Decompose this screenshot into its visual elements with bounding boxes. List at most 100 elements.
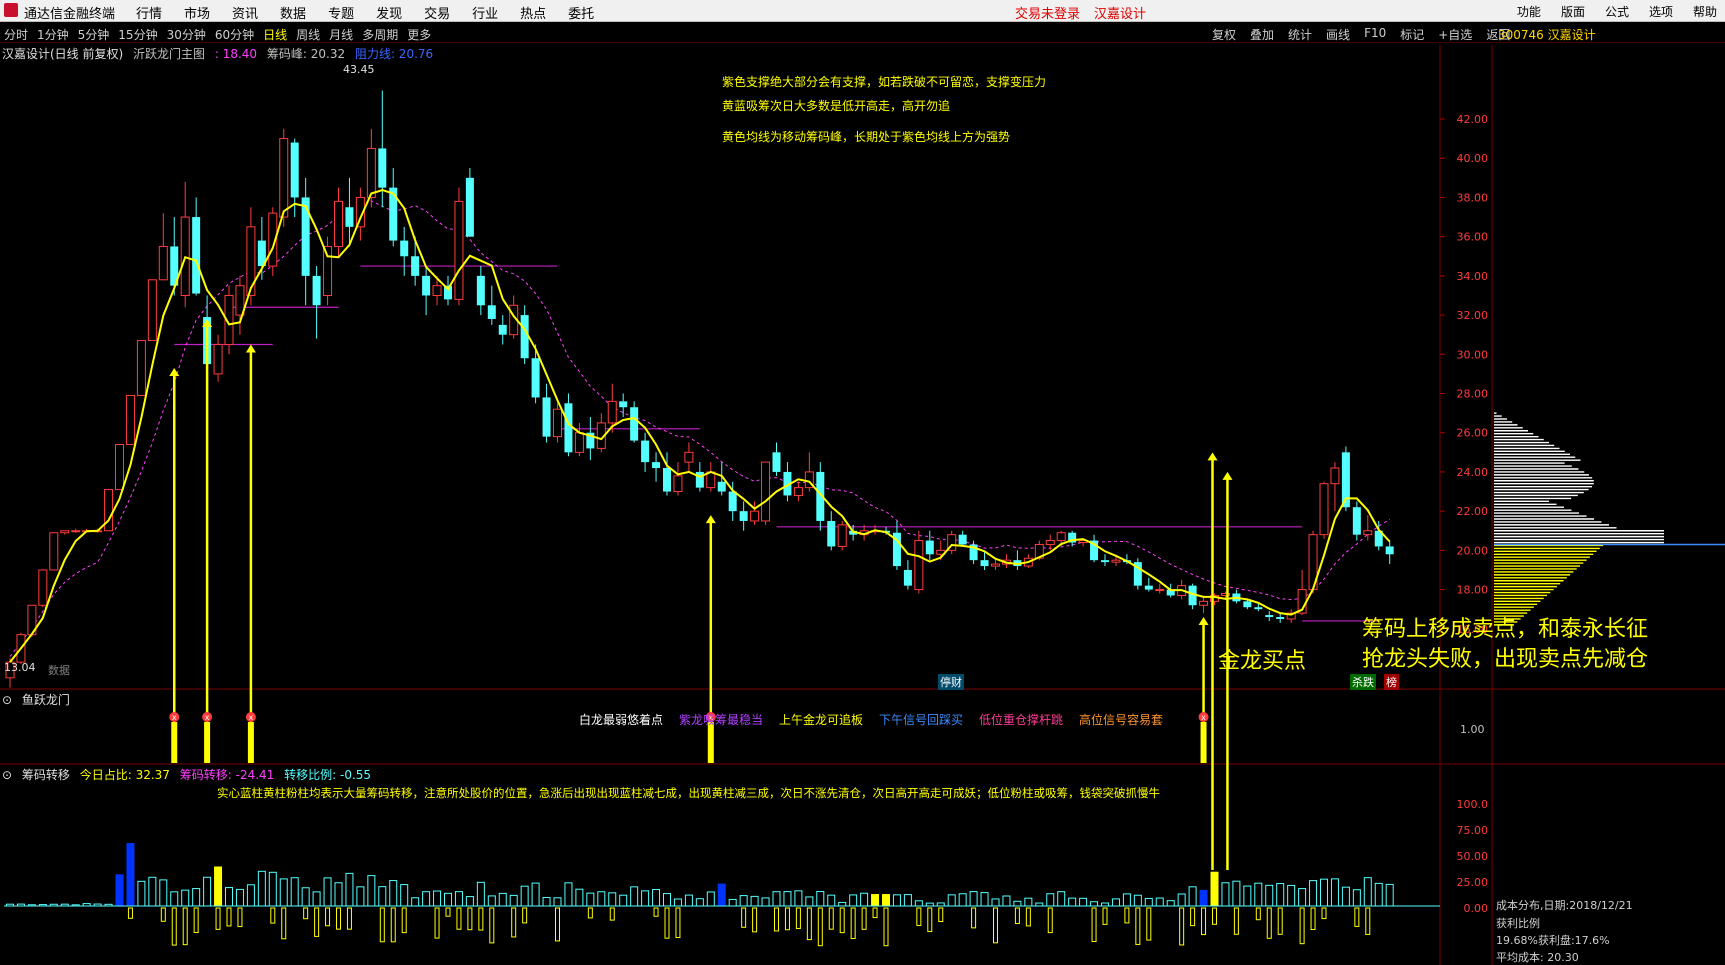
candle-body (630, 407, 639, 441)
candle-body (564, 403, 573, 453)
chip-bar (345, 872, 354, 907)
candle-body (827, 520, 836, 547)
candle-body (158, 245, 168, 281)
chip-bar (1210, 871, 1219, 907)
chip-bar (422, 891, 431, 907)
candle-body (673, 475, 683, 493)
price-tick-label: 22.00 (1457, 505, 1489, 518)
candle-body (793, 487, 803, 496)
candle-body (125, 394, 135, 445)
chip-note: 实心蓝柱黄柱粉柱均表示大量筹码转移，注意所处股价的位置，急涨后出现出现蓝柱减七成… (217, 786, 1160, 800)
chip-bar (783, 891, 792, 907)
candle-body (49, 532, 59, 571)
chip-bar (1199, 889, 1208, 907)
chip-pane-title[interactable]: 筹码转移 (22, 768, 70, 782)
chip-neg-bar (741, 907, 747, 928)
chip-neg-bar (806, 907, 812, 941)
chip-neg-bar (270, 907, 276, 924)
chip-bar (389, 880, 398, 907)
chip-bar (717, 883, 726, 907)
signal-legend-item: 白龙最弱悠着点 (579, 713, 664, 727)
signal-bar (247, 722, 254, 763)
sell-arrow-head (1222, 471, 1233, 480)
chip-bar (312, 891, 321, 907)
chip-neg-bar (379, 907, 385, 943)
signal-bar (204, 722, 211, 763)
chip-neg-bar (817, 907, 823, 947)
candle-body (465, 177, 474, 237)
chip-bar (1122, 893, 1131, 907)
chip-neg-bar (182, 907, 188, 946)
candle-body (772, 452, 781, 472)
price-axis: 16.0018.0020.0022.0024.0026.0028.0030.00… (1440, 113, 1488, 636)
chip-bar (290, 877, 299, 907)
chip-neg-bar (303, 907, 309, 920)
chip-bar (673, 898, 682, 907)
chip-bar (1221, 882, 1230, 907)
chip-bar (969, 891, 978, 907)
chip-bar (958, 893, 967, 907)
chip-bar (914, 900, 923, 907)
candle-body (1319, 483, 1329, 536)
price-tick-label: 20.00 (1457, 544, 1489, 557)
chip-bar (192, 888, 201, 907)
chip-bar (367, 875, 376, 907)
candle-body (980, 560, 989, 567)
chip-neg-bar (927, 907, 933, 932)
chip-bar (663, 893, 671, 907)
chip-bar (181, 889, 190, 907)
candle-body (1330, 467, 1340, 485)
chip-neg-bar (171, 907, 177, 946)
chip-bar (1155, 897, 1164, 907)
chip-bar (892, 894, 901, 907)
chip-bar (630, 886, 639, 907)
chip-neg-bar (883, 907, 889, 947)
chip-bar (903, 894, 912, 907)
note-yellow-ma: 黄色均线为移动筹码峰，长期处于紫色均线上方为强势 (722, 130, 1011, 144)
chip-bar (509, 894, 518, 907)
candle-body (290, 142, 299, 198)
chip-pane-header: ⊙ 筹码转移 今日占比: 32.37 筹码转移: -24.41 转移比例: -0… (2, 766, 377, 783)
signal-marker-x: x (249, 713, 254, 722)
chip-neg-bar (1179, 907, 1185, 946)
chip-bar (1046, 893, 1055, 907)
signal-marker-x: x (172, 713, 177, 722)
chip-neg-bar (993, 907, 998, 944)
signal-pane-icon: ⊙ (2, 693, 13, 707)
chip-neg-bar (1146, 907, 1152, 941)
tag-label-1: 停财 (938, 674, 964, 690)
chip-neg-bar (850, 907, 856, 940)
chip-bar (1079, 897, 1088, 907)
price-high-label: 43.45 (343, 63, 375, 76)
chip-bar (1111, 898, 1120, 907)
chip-neg-bar (1190, 907, 1196, 927)
chip-bar (849, 894, 858, 907)
candle-body (246, 226, 256, 296)
chip-neg-bar (1321, 907, 1327, 920)
chip-neg-bar (478, 907, 484, 931)
chip-bar (1276, 883, 1285, 907)
candle-body (761, 461, 771, 522)
candle-body (695, 471, 704, 488)
chip-bar (1309, 880, 1318, 907)
candlesticks (5, 90, 1394, 688)
chip-bar (838, 901, 847, 907)
sell-point-label-1: 筹码上移成卖点，和泰永长征 (1362, 617, 1649, 642)
chip-bar (465, 896, 474, 907)
note-yellow-blue: 黄蓝吸筹次日大多数是低开高走，高开勿追 (722, 99, 951, 113)
chip-bar (476, 881, 485, 907)
candle-body (663, 468, 671, 492)
chip-neg-bar (401, 907, 407, 934)
chip-neg-bar (675, 907, 681, 939)
chip-neg-bar (1212, 907, 1217, 925)
chip-pane-icon: ⊙ (2, 768, 13, 782)
price-tick-label: 34.00 (1457, 270, 1489, 283)
signal-pane-title[interactable]: 鱼跃龙门 (22, 693, 70, 707)
chip-neg-bar (237, 907, 243, 928)
candle-body (213, 343, 223, 375)
candle-body (706, 471, 716, 489)
chip-neg-bar (1354, 907, 1360, 927)
candle-body (531, 358, 540, 398)
chip-neg-bar (456, 907, 462, 930)
chip-neg-bar (1102, 907, 1108, 925)
